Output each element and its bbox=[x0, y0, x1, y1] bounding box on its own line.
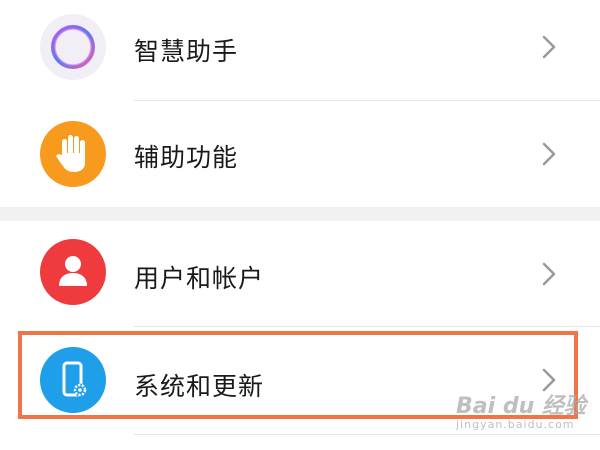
settings-item-label: 智慧助手 bbox=[134, 37, 239, 66]
settings-item-label: 系统和更新 bbox=[134, 372, 265, 401]
watermark-logo-text: Bai du 经验 bbox=[456, 394, 586, 419]
chevron-right-icon bbox=[542, 262, 556, 286]
settings-screen: 智慧助手 辅助功能 用户和帐户 系统和更新 Bai du 经验 jingyan.… bbox=[0, 0, 600, 450]
settings-item-smart-assistant[interactable]: 智慧助手 bbox=[0, 0, 600, 102]
section-separator bbox=[0, 207, 600, 221]
settings-item-accessibility[interactable]: 辅助功能 bbox=[0, 101, 600, 209]
phone-gear-icon bbox=[40, 347, 106, 413]
user-icon bbox=[40, 239, 106, 305]
watermark: Bai du 经验 jingyan.baidu.com bbox=[456, 388, 596, 438]
chevron-right-icon bbox=[542, 142, 556, 166]
settings-item-users-accounts[interactable]: 用户和帐户 bbox=[0, 221, 600, 329]
settings-item-label: 用户和帐户 bbox=[134, 264, 265, 293]
smart-assistant-ring-icon bbox=[40, 14, 106, 80]
chevron-right-icon bbox=[542, 35, 556, 59]
settings-item-label: 辅助功能 bbox=[134, 143, 239, 172]
hand-icon bbox=[40, 121, 106, 187]
watermark-url: jingyan.baidu.com bbox=[456, 418, 575, 431]
